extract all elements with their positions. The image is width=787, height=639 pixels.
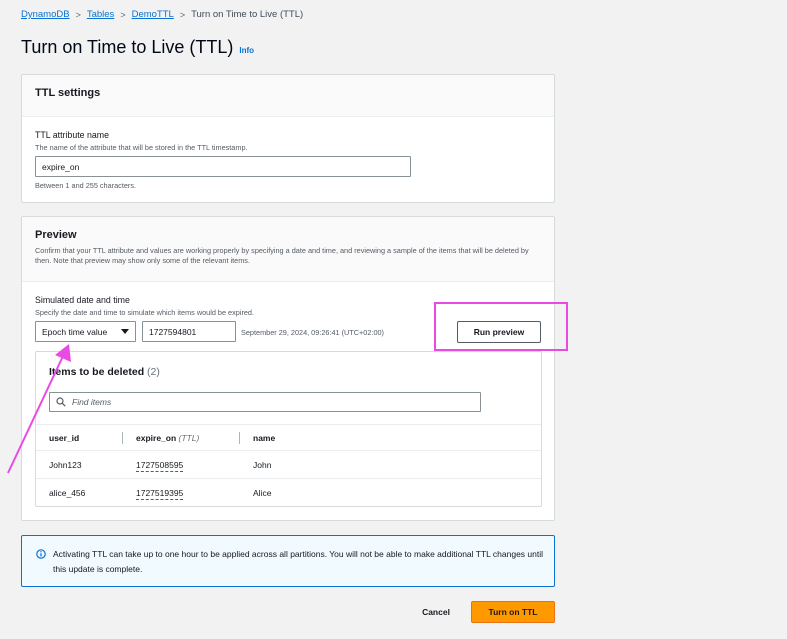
cell-name: John — [253, 460, 272, 470]
caret-down-icon — [121, 329, 129, 334]
chevron-right-icon: > — [120, 9, 126, 20]
simulated-date-label: Simulated date and time — [35, 295, 130, 305]
preview-title: Preview — [35, 229, 77, 241]
breadcrumb-link-demottl[interactable]: DemoTTL — [132, 9, 174, 20]
preview-header: Preview Confirm that your TTL attribute … — [22, 217, 554, 282]
table-row: John123 1727508595 John — [36, 451, 541, 479]
ttl-settings-panel: TTL settings TTL attribute name The name… — [21, 74, 555, 203]
column-header-name[interactable]: name — [253, 433, 275, 443]
epoch-time-input[interactable]: 1727594801 — [142, 321, 236, 342]
cell-user-id: alice_456 — [49, 488, 86, 498]
ttl-tag: (TTL) — [178, 433, 200, 443]
column-header-expire-on-label: expire_on — [136, 433, 177, 443]
ttl-attribute-label: TTL attribute name — [35, 130, 109, 140]
time-format-selected: Epoch time value — [42, 326, 108, 337]
alert-message: Activating TTL can take up to one hour t… — [53, 549, 543, 574]
preview-panel: Preview Confirm that your TTL attribute … — [21, 216, 555, 521]
cancel-button[interactable]: Cancel — [416, 602, 456, 622]
ttl-settings-title: TTL settings — [35, 87, 101, 99]
ttl-attribute-field: TTL attribute name The name of the attri… — [35, 130, 248, 152]
turn-on-ttl-button[interactable]: Turn on TTL — [471, 601, 555, 623]
table-header-row: user_id expire_on (TTL) name — [36, 424, 541, 451]
cell-name: Alice — [253, 488, 272, 498]
simulated-date-field: Simulated date and time Specify the date… — [35, 295, 254, 317]
time-format-select[interactable]: Epoch time value — [35, 321, 136, 342]
ttl-attribute-constraint: Between 1 and 255 characters. — [35, 181, 137, 190]
info-alert: Activating TTL can take up to one hour t… — [21, 535, 555, 587]
chevron-right-icon: > — [75, 9, 81, 20]
chevron-right-icon: > — [179, 9, 186, 20]
ttl-settings-header: TTL settings — [22, 75, 554, 117]
page-title: Turn on Time to Live (TTL) — [21, 37, 234, 57]
info-link[interactable]: Info — [239, 46, 254, 55]
simulated-date-description: Specify the date and time to simulate wh… — [35, 308, 255, 317]
breadcrumb-link-tables[interactable]: Tables — [87, 9, 114, 20]
ttl-attribute-input[interactable]: expire_on — [35, 156, 411, 177]
cell-expire-on[interactable]: 1727519395 — [136, 488, 184, 500]
epoch-readable-date: September 29, 2024, 09:26:41 (UTC+02:00) — [241, 328, 384, 337]
column-header-expire-on[interactable]: expire_on (TTL) — [136, 433, 199, 443]
preview-description: Confirm that your TTL attribute and valu… — [35, 246, 529, 265]
annotation-arrow — [7, 344, 71, 474]
breadcrumb-link-dynamodb[interactable]: DynamoDB — [21, 9, 70, 20]
column-divider — [239, 432, 240, 444]
cell-expire-on[interactable]: 1727508595 — [136, 460, 184, 472]
column-divider — [122, 432, 123, 444]
breadcrumb: DynamoDB > Tables > DemoTTL > Turn on Ti… — [21, 9, 303, 20]
find-items-search[interactable]: Find items — [49, 392, 481, 412]
table-row: alice_456 1727519395 Alice — [36, 479, 541, 507]
breadcrumb-current: Turn on Time to Live (TTL) — [191, 9, 304, 20]
annotation-highlight-box — [434, 302, 568, 351]
ttl-attribute-description: The name of the attribute that will be s… — [35, 143, 248, 152]
items-count: (2) — [147, 366, 160, 378]
page-header: Turn on Time to Live (TTL) Info — [21, 37, 254, 58]
items-to-delete-table: Items to be deleted (2) Find items user_… — [35, 351, 542, 507]
info-circle-icon — [36, 549, 46, 559]
